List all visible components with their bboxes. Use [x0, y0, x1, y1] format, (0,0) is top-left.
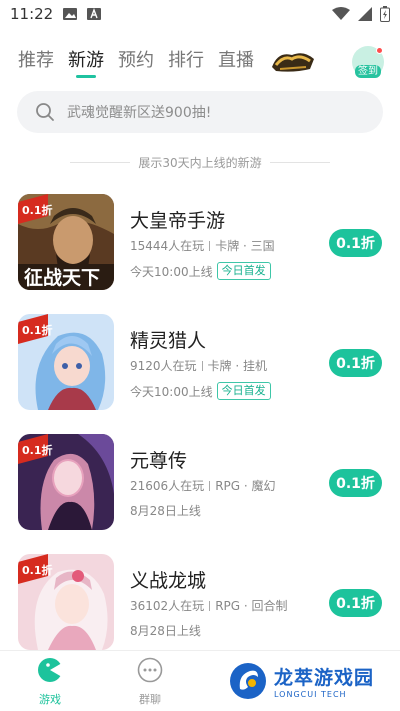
nav-group-chat[interactable]: 群聊 — [120, 657, 180, 707]
game-meta: 36102人在玩 RPG · 回合制 — [130, 597, 288, 614]
game-tags: 卡牌 · 三国 — [215, 239, 275, 253]
game-name[interactable]: 大皇帝手游 — [130, 206, 225, 233]
player-count: 15444人在玩 — [130, 239, 205, 253]
status-bar: 11:22 — [0, 0, 400, 28]
list-item[interactable]: 0.1折 义战龙城 36102人在玩 RPG · 回合制 8月28日上线 0.1折 — [0, 546, 400, 666]
list-item[interactable]: 0.1折 精灵猎人 9120人在玩 卡牌 · 挂机 今天10:00上线 今日首发 0… — [0, 306, 400, 426]
game-name[interactable]: 义战龙城 — [130, 566, 206, 593]
game-tags: RPG · 魔幻 — [215, 479, 276, 493]
search-icon — [36, 103, 54, 121]
release-date-row: 8月28日上线 — [130, 622, 201, 639]
watermark-subtitle: LONGCUI TECH — [274, 690, 347, 699]
release-date-row: 今天10:00上线 今日首发 — [130, 382, 271, 400]
tab-preorder[interactable]: 预约 — [118, 38, 154, 84]
watermark-title: 龙萃游戏园 — [274, 667, 375, 689]
game-cover[interactable]: 0.1折 — [18, 554, 114, 650]
nav-games[interactable]: 游戏 — [20, 657, 80, 707]
discount-button[interactable]: 0.1折 — [329, 349, 382, 377]
player-count: 21606人在玩 — [130, 479, 205, 493]
release-date: 8月28日上线 — [130, 624, 201, 638]
list-item[interactable]: 0.1折 征战天下 大皇帝手游 15444人在玩 卡牌 · 三国 今天10:00上… — [0, 186, 400, 306]
sign-in-button[interactable]: 签到 — [352, 46, 384, 78]
section-caption: 展示30天内上线的新游 — [0, 152, 400, 172]
cover-art-image: 0.1折 — [18, 554, 114, 650]
release-date: 今天10:00上线 — [130, 384, 213, 399]
cover-art-image: 0.1折 — [18, 434, 114, 530]
game-cover[interactable]: 0.1折 — [18, 434, 114, 530]
discount-button[interactable]: 0.1折 — [329, 589, 382, 617]
game-name[interactable]: 精灵猎人 — [130, 326, 206, 353]
watermark-logo — [230, 663, 266, 699]
svg-text:征战天下: 征战天下 — [24, 266, 100, 289]
status-time: 11:22 — [10, 5, 54, 23]
list-item[interactable]: 0.1折 元尊传 21606人在玩 RPG · 魔幻 8月28日上线 0.1折 — [0, 426, 400, 546]
image-icon — [63, 8, 78, 20]
svg-text:0.1折: 0.1折 — [22, 323, 53, 337]
caption-text: 展示30天内上线的新游 — [138, 155, 262, 170]
battery-icon — [380, 6, 390, 22]
game-cover[interactable]: 0.1折 征战天下 — [18, 194, 114, 290]
signal-icon — [358, 7, 372, 21]
first-launch-badge: 今日首发 — [216, 382, 271, 400]
wifi-icon — [332, 7, 350, 20]
game-name[interactable]: 元尊传 — [130, 446, 187, 473]
divider-right — [269, 161, 330, 163]
game-tags: RPG · 回合制 — [215, 599, 288, 613]
release-date: 8月28日上线 — [130, 504, 201, 518]
game-meta: 21606人在玩 RPG · 魔幻 — [130, 477, 276, 494]
game-cover[interactable]: 0.1折 — [18, 314, 114, 410]
sign-in-label: 签到 — [355, 65, 381, 78]
player-count: 9120人在玩 — [130, 359, 197, 373]
game-tags: 卡牌 · 挂机 — [207, 359, 267, 373]
cover-art-image: 0.1折 — [18, 314, 114, 410]
svg-text:0.1折: 0.1折 — [22, 563, 53, 577]
tab-recommend[interactable]: 推荐 — [18, 38, 54, 84]
release-date-row: 8月28日上线 — [130, 502, 201, 519]
tab-new-games[interactable]: 新游 — [68, 38, 104, 84]
site-watermark: 龙萃游戏园 LONGCUI TECH — [222, 654, 397, 708]
player-count: 36102人在玩 — [130, 599, 205, 613]
discount-button[interactable]: 0.1折 — [329, 469, 382, 497]
game-list: 0.1折 征战天下 大皇帝手游 15444人在玩 卡牌 · 三国 今天10:00上… — [0, 186, 400, 666]
notification-dot — [376, 47, 383, 54]
game-meta: 15444人在玩 卡牌 · 三国 — [130, 237, 275, 254]
search-bar[interactable]: 武魂觉醒新区送900抽! — [17, 91, 383, 133]
divider-left — [70, 161, 131, 163]
chat-bubble-icon — [137, 657, 163, 683]
tab-live[interactable]: 直播 — [218, 38, 254, 84]
nav-games-label: 游戏 — [39, 693, 61, 706]
tab-ranking[interactable]: 排行 — [168, 38, 204, 84]
release-date: 今天10:00上线 — [130, 264, 213, 279]
promo-game-logo[interactable] — [270, 47, 316, 75]
font-a-icon — [87, 8, 102, 20]
first-launch-badge: 今日首发 — [216, 262, 271, 280]
svg-text:0.1折: 0.1折 — [22, 443, 53, 457]
svg-text:0.1折: 0.1折 — [22, 203, 53, 217]
top-tabs: 推荐 新游 预约 排行 直播 — [0, 38, 400, 84]
cover-art-image: 0.1折 征战天下 — [18, 194, 114, 290]
search-placeholder: 武魂觉醒新区送900抽! — [67, 105, 212, 121]
nav-group-chat-label: 群聊 — [139, 693, 161, 706]
discount-button[interactable]: 0.1折 — [329, 229, 382, 257]
game-pacman-icon — [38, 658, 62, 682]
game-meta: 9120人在玩 卡牌 · 挂机 — [130, 357, 267, 374]
release-date-row: 今天10:00上线 今日首发 — [130, 262, 271, 280]
